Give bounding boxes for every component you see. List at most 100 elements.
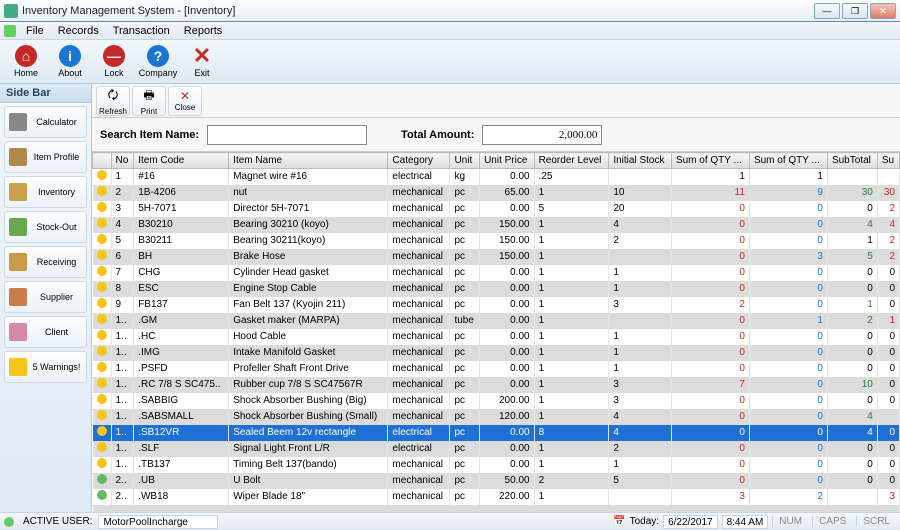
table-row[interactable]: 2...WB18Wiper Blade 18"mechanicalpc220.0… [93,489,900,505]
sidebar-item-label: 5 Warnings! [31,362,82,372]
num-indicator: NUM [772,516,808,527]
table-row[interactable]: 7CHGCylinder Head gasketmechanicalpc0.00… [93,265,900,281]
table-row[interactable]: 5B30211Bearing 30211(koyo)mechanicalpc15… [93,233,900,249]
menu-transaction[interactable]: Transaction [107,24,176,38]
exit-button[interactable]: ✕Exit [182,42,222,82]
column-header[interactable]: Unit Price [480,153,535,169]
main-panel: 🗘Refresh 🖶Print ✕Close Search Item Name:… [92,84,900,512]
table-row[interactable]: 1...SABBIGShock Absorber Bushing (Big)me… [93,393,900,409]
table-row[interactable]: 9FB137Fan Belt 137 (Kyojin 211)mechanica… [93,297,900,313]
sidebar-item-supplier[interactable]: Supplier [4,281,87,313]
status-bullet-icon [97,250,107,260]
home-button[interactable]: ⌂Home [6,42,46,82]
close-icon: ✕ [191,45,213,67]
column-header[interactable]: Unit [450,153,480,169]
status-bullet-icon [97,282,107,292]
sidebar-title: Side Bar [0,84,91,103]
print-button[interactable]: 🖶Print [132,86,166,116]
status-bullet-icon [97,170,107,180]
titlebar: Inventory Management System - [Inventory… [0,0,900,22]
table-row[interactable]: 1...SLFSignal Light Front L/Relectricalp… [93,441,900,457]
table-row[interactable]: 8ESCEngine Stop Cablemechanicalpc0.00110… [93,281,900,297]
table-row-empty [93,505,900,513]
statusbar: ACTIVE USER: MotorPoolIncharge 📅 Today: … [0,512,900,530]
menu-reports[interactable]: Reports [178,24,229,38]
home-icon: ⌂ [15,45,37,67]
window-close-button[interactable]: ✕ [870,3,896,19]
column-header[interactable]: Reorder Level [534,153,609,169]
table-row[interactable]: 1...HCHood Cablemechanicalpc0.00110000 [93,329,900,345]
app-icon [4,4,18,18]
sidebar-item-receiving[interactable]: Receiving [4,246,87,278]
menu-records[interactable]: Records [52,24,105,38]
refresh-icon: 🗘 [108,86,119,107]
table-row[interactable]: 1...RC 7/8 S SC475..Rubber cup 7/8 S SC4… [93,377,900,393]
column-header[interactable]: Su [877,153,899,169]
table-row[interactable]: 1...TB137Timing Belt 137(bando)mechanica… [93,457,900,473]
table-row[interactable]: 6BHBrake Hosemechanicalpc150.0010352 [93,249,900,265]
sidebar-item-label: Receiving [31,257,82,267]
search-input[interactable] [207,125,367,145]
table-row[interactable]: 1...IMGIntake Manifold Gasketmechanicalp… [93,345,900,361]
column-header[interactable]: Category [388,153,450,169]
active-user-field: MotorPoolIncharge [98,515,218,529]
sidebar-item-label: Supplier [31,292,82,302]
column-header[interactable]: Item Code [134,153,229,169]
lock-icon: — [103,45,125,67]
column-header[interactable]: Item Name [229,153,388,169]
table-row[interactable]: 1...SABSMALLShock Absorber Bushing (Smal… [93,409,900,425]
column-header[interactable]: Sum of QTY ... [671,153,749,169]
total-amount-label: Total Amount: [401,129,474,141]
sidebar-item-label: Calculator [31,117,82,127]
sidebar-item-item-profile[interactable]: Item Profile [4,141,87,173]
today-label: Today: [630,516,659,527]
refresh-button[interactable]: 🗘Refresh [96,86,130,116]
app-menu-icon[interactable] [4,25,16,37]
status-bullet-icon [97,458,107,468]
sidebar-item-inventory[interactable]: Inventory [4,176,87,208]
sidebar-item-label: Item Profile [31,152,82,162]
table-row[interactable]: 21B-4206nutmechanicalpc65.001101193030 [93,185,900,201]
status-bullet-icon [97,346,107,356]
table-row[interactable]: 1...SB12VRSealed Beem 12v rectangleelect… [93,425,900,441]
table-row[interactable]: 1#16Magnet wire #16electricalkg0.00.2511 [93,169,900,185]
sidebar-icon [9,358,27,376]
table-row[interactable]: 1...PSFDProfeller Shaft Front Drivemecha… [93,361,900,377]
sidebar-item-client[interactable]: Client [4,316,87,348]
status-bullet-icon [97,442,107,452]
sidebar-item-calculator[interactable]: Calculator [4,106,87,138]
caps-indicator: CAPS [812,516,852,527]
time-field: 8:44 AM [722,515,769,529]
table-row[interactable]: 2...UBU Boltmechanicalpc50.00250000 [93,473,900,489]
table-row[interactable]: 1...GMGasket maker (MARPA)mechanicaltube… [93,313,900,329]
menu-file[interactable]: File [20,24,50,38]
close-panel-button[interactable]: ✕Close [168,86,202,116]
sub-toolbar: 🗘Refresh 🖶Print ✕Close [92,84,900,118]
column-header[interactable]: Initial Stock [609,153,672,169]
column-header[interactable]: No [111,153,134,169]
window-title: Inventory Management System - [Inventory… [22,5,814,17]
column-header[interactable]: Sum of QTY ... [749,153,827,169]
sidebar-item-label: Client [31,327,82,337]
sidebar-icon [9,218,27,236]
table-row[interactable]: 4B30210Bearing 30210 (koyo)mechanicalpc1… [93,217,900,233]
sidebar-icon [9,183,27,201]
inventory-grid[interactable]: NoItem CodeItem NameCategoryUnitUnit Pri… [92,152,900,512]
sidebar-item-5-warnings-[interactable]: 5 Warnings! [4,351,87,383]
status-bullet-icon [97,234,107,244]
status-bullet-icon [97,298,107,308]
sidebar-item-stock-out[interactable]: Stock-Out [4,211,87,243]
about-button[interactable]: iAbout [50,42,90,82]
lock-button[interactable]: —Lock [94,42,134,82]
maximize-button[interactable]: ❐ [842,3,868,19]
minimize-button[interactable]: — [814,3,840,19]
company-button[interactable]: ?Company [138,42,178,82]
sidebar-item-label: Inventory [31,187,82,197]
total-amount-field[interactable] [482,125,602,145]
status-bullet-icon [97,378,107,388]
table-row[interactable]: 35H-7071Director 5H-7071mechanicalpc0.00… [93,201,900,217]
calendar-icon: 📅 [613,516,625,527]
status-bullet-icon [97,186,107,196]
column-header[interactable]: SubTotal [827,153,877,169]
search-label: Search Item Name: [100,129,199,141]
